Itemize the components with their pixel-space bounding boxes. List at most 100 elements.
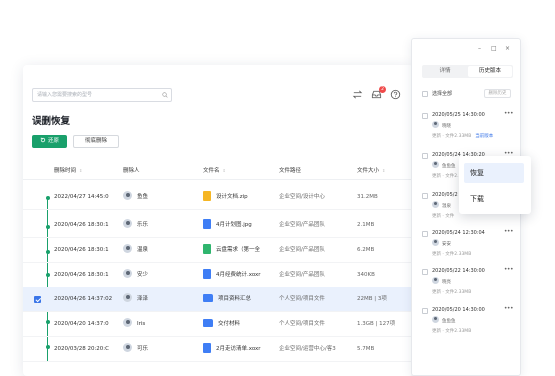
avatar	[123, 293, 132, 302]
menu-item-download[interactable]: 下载	[464, 189, 524, 209]
table-row[interactable]: 2020/03/28 20:20:C 可乐 2月走访清单.xoxr 企业空间/运…	[23, 337, 413, 362]
table-row[interactable]: 2022/04/27 14:45:0 鱼鱼 设计文档.zip 企业空间/设计中心…	[23, 185, 413, 210]
avatar	[123, 343, 132, 352]
page-title: 误删恢复	[32, 116, 71, 127]
search-placeholder: 请输入您需要搜索的型号	[37, 92, 93, 98]
avatar	[432, 277, 439, 284]
file-size: 1.3GB | 127项	[357, 321, 396, 327]
column-header-size[interactable]: 文件大小 ⇕	[357, 166, 385, 174]
delete-time: 2020/04/26 18:30:1	[54, 272, 109, 278]
version-item[interactable]: 2020/05/22 14:30:00 ••• 晓亮 更新 · 文件2.33MB	[412, 265, 520, 305]
version-meta: 更新 · 文件2.33MB 当前版本	[432, 134, 494, 139]
file-name: 项目资料汇总	[203, 287, 275, 312]
deleter: 乐乐	[123, 213, 148, 238]
folder-icon	[203, 293, 213, 302]
version-checkbox[interactable]	[422, 113, 428, 119]
file-size: 31.2MB	[357, 194, 378, 200]
version-item[interactable]: 2020/05/20 14:30:00 ••• 鱼鱼鱼 更新 · 文件2.33M…	[412, 304, 520, 344]
version-time: 2020/05/20 14:30:00	[432, 307, 485, 313]
version-checkbox[interactable]	[422, 153, 428, 159]
column-header-filename[interactable]: 文件名 ⇕	[203, 166, 226, 174]
avatar	[123, 244, 132, 253]
delete-time: 2022/04/27 14:45:0	[54, 194, 109, 200]
version-checkbox[interactable]	[422, 269, 428, 275]
delete-history-button[interactable]: 删除历史	[484, 89, 511, 98]
file-path: 企业空间/设计中心	[279, 194, 325, 200]
avatar	[432, 316, 439, 323]
column-header-delete-time[interactable]: 删除时间 ⇕	[54, 166, 82, 174]
version-user: 安安	[432, 239, 451, 247]
file-path: 企业空间/产品团队	[279, 272, 325, 278]
sort-icon: ⇕	[382, 168, 386, 173]
deleter: 温泉	[123, 238, 148, 263]
table-row[interactable]: 2020/04/20 14:37:0 Iris 交付材料 个人空间/项目文件 1…	[23, 312, 413, 337]
file-size: 5.7MB	[357, 346, 375, 352]
delete-time: 2020/04/26 18:30:1	[54, 222, 109, 228]
permanent-delete-button[interactable]: 彻底删除	[73, 135, 119, 148]
minimize-icon[interactable]: –	[478, 45, 481, 52]
sheet-file-icon	[203, 243, 211, 254]
file-name: 云盘需求（第一全	[203, 238, 275, 263]
file-name: 4月经费统计.xoxr	[203, 263, 275, 288]
version-user: 温泉	[432, 201, 451, 209]
menu-item-restore[interactable]: 恢复	[464, 163, 524, 183]
version-checkbox[interactable]	[422, 231, 428, 237]
deleter: Iris	[123, 312, 145, 337]
version-meta: 更新 · 文件2.33MB	[432, 329, 472, 334]
image-file-icon	[203, 218, 211, 229]
select-all-checkbox[interactable]	[422, 90, 428, 97]
swap-icon[interactable]	[352, 89, 363, 100]
table-row-selected[interactable]: 2020/04/26 14:37:02 泽泽 项目资料汇总 个人空间/项目文件 …	[23, 287, 413, 312]
tab-version-history[interactable]: 历史版本	[468, 66, 512, 77]
version-item[interactable]: 2020/05/24 12:30:04 ••• 安安 更新 · 文件2.33MB	[412, 227, 520, 267]
version-meta: 更新 · 文件2.33MB	[432, 290, 472, 295]
close-icon[interactable]: ×	[505, 45, 510, 52]
version-time: 2020/05/22 14:30:00	[432, 268, 485, 274]
row-checkbox[interactable]	[34, 296, 41, 303]
excel-file-icon	[203, 268, 211, 279]
version-meta: 更新 · 文件2.33MB	[432, 252, 472, 257]
version-time: 2020/05/2	[432, 192, 458, 198]
file-name: 4月计划图.jpg	[203, 213, 275, 238]
folder-icon	[203, 318, 213, 327]
search-input[interactable]: 请输入您需要搜索的型号	[32, 88, 172, 102]
deleter: 可乐	[123, 337, 148, 362]
file-size: 2.1MB	[357, 222, 375, 228]
table-row[interactable]: 2020/04/26 18:30:1 安少 4月经费统计.xoxr 企业空间/产…	[23, 263, 413, 288]
more-icon[interactable]: •••	[504, 305, 514, 312]
file-name: 交付材料	[203, 312, 275, 337]
version-item[interactable]: 2020/05/25 14:30:00 ••• 晓晓 更新 · 文件2.33MB…	[412, 109, 520, 149]
version-checkbox[interactable]	[422, 193, 428, 199]
maximize-icon[interactable]: □	[491, 45, 497, 52]
column-header-path[interactable]: 文件路径	[279, 166, 301, 174]
file-size: 6.2MB	[357, 247, 375, 253]
panel-tabs: 详情 历史版本	[422, 65, 513, 78]
column-header-deleter[interactable]: 删除人	[123, 166, 140, 174]
more-icon[interactable]: •••	[504, 228, 514, 235]
file-size: 340KB	[357, 272, 375, 278]
avatar	[432, 121, 439, 128]
search-icon[interactable]	[162, 92, 168, 98]
tab-details[interactable]: 详情	[423, 66, 467, 77]
help-icon[interactable]	[390, 89, 401, 100]
more-icon[interactable]: •••	[504, 266, 514, 273]
file-path: 企业空间/产品团队	[279, 247, 325, 253]
file-path: 企业空间/运营中心/客3	[279, 346, 336, 352]
version-user: 晓亮	[432, 277, 451, 285]
avatar	[123, 191, 132, 200]
table-row[interactable]: 2020/04/26 18:30:1 温泉 云盘需求（第一全 企业空间/产品团队…	[23, 238, 413, 263]
sort-icon: ⇕	[222, 168, 226, 173]
avatar	[123, 318, 132, 327]
version-checkbox[interactable]	[422, 308, 428, 314]
recycle-bin-panel: 请输入您需要搜索的型号 2 误删恢复 还原 彻底删除 删除时间 ⇕ 删除人 文件名…	[23, 65, 413, 376]
more-icon[interactable]: •••	[504, 110, 514, 117]
restore-button[interactable]: 还原	[32, 135, 67, 148]
sort-icon: ⇕	[79, 168, 83, 173]
deleter: 安少	[123, 263, 148, 288]
deleter: 鱼鱼	[123, 185, 148, 210]
table-row[interactable]: 2020/04/26 18:30:1 乐乐 4月计划图.jpg 企业空间/产品团…	[23, 213, 413, 238]
header-divider	[23, 179, 413, 180]
select-all[interactable]: 选择全部	[422, 90, 452, 97]
avatar	[123, 219, 132, 228]
deleter: 泽泽	[123, 287, 148, 312]
